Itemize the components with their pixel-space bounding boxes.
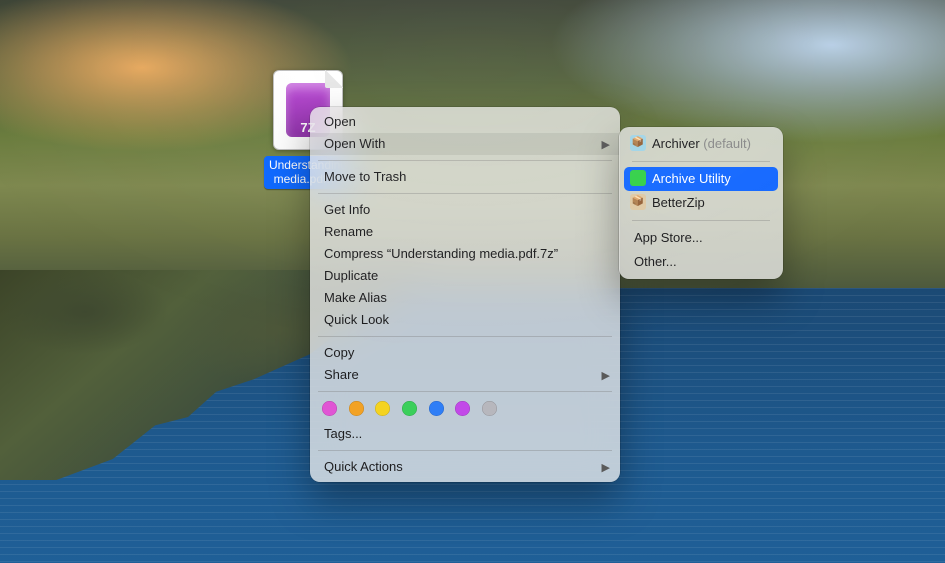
open-with-submenu: 📦 Archiver (default) Archive Utility 📦 B… <box>619 127 783 279</box>
archiver-app-icon: 📦 <box>630 135 646 151</box>
tag-dot[interactable] <box>429 401 444 416</box>
menu-quick-actions[interactable]: Quick Actions ▶ <box>310 456 620 478</box>
menu-separator <box>632 161 770 162</box>
menu-separator <box>318 336 612 337</box>
tag-dot[interactable] <box>349 401 364 416</box>
file-name: Understanding media.pdf.7z <box>264 156 352 189</box>
openwith-other[interactable]: Other... <box>624 250 778 274</box>
chevron-right-icon: ▶ <box>602 368 610 384</box>
file-badge: 7Z <box>286 83 330 137</box>
menu-make-alias[interactable]: Make Alias <box>310 287 620 309</box>
menu-open[interactable]: Open <box>310 111 620 133</box>
menu-separator <box>318 391 612 392</box>
openwith-betterzip[interactable]: 📦 BetterZip <box>624 191 778 215</box>
chevron-right-icon: ▶ <box>602 137 610 153</box>
menu-share[interactable]: Share ▶ <box>310 364 620 386</box>
tag-color-row <box>310 397 620 423</box>
menu-open-with[interactable]: Open With ▶ <box>310 133 620 155</box>
chevron-right-icon: ▶ <box>602 460 610 476</box>
menu-separator <box>318 193 612 194</box>
wallpaper-coast <box>0 270 470 480</box>
openwith-archive-utility[interactable]: Archive Utility <box>624 167 778 191</box>
menu-separator <box>318 450 612 451</box>
wallpaper-sea <box>0 288 945 563</box>
openwith-archiver[interactable]: 📦 Archiver (default) <box>624 132 778 156</box>
file-format-label: 7Z <box>300 120 315 135</box>
desktop-file[interactable]: 7Z Understanding media.pdf.7z <box>263 70 353 189</box>
archive-file-icon: 7Z <box>273 70 343 150</box>
menu-move-to-trash[interactable]: Move to Trash <box>310 166 620 188</box>
tag-dot[interactable] <box>482 401 497 416</box>
openwith-app-store[interactable]: App Store... <box>624 226 778 250</box>
archive-utility-app-icon <box>630 170 646 186</box>
menu-quick-look[interactable]: Quick Look <box>310 309 620 331</box>
menu-duplicate[interactable]: Duplicate <box>310 265 620 287</box>
tag-dot[interactable] <box>455 401 470 416</box>
menu-separator <box>632 220 770 221</box>
menu-separator <box>318 160 612 161</box>
menu-tags[interactable]: Tags... <box>310 423 620 445</box>
menu-copy[interactable]: Copy <box>310 342 620 364</box>
tag-dot[interactable] <box>322 401 337 416</box>
menu-get-info[interactable]: Get Info <box>310 199 620 221</box>
betterzip-app-icon: 📦 <box>630 194 646 210</box>
tag-dot[interactable] <box>402 401 417 416</box>
desktop[interactable]: 7Z Understanding media.pdf.7z Open Open … <box>0 0 945 563</box>
context-menu: Open Open With ▶ Move to Trash Get Info … <box>310 107 620 482</box>
menu-compress[interactable]: Compress “Understanding media.pdf.7z” <box>310 243 620 265</box>
tag-dot[interactable] <box>375 401 390 416</box>
menu-rename[interactable]: Rename <box>310 221 620 243</box>
